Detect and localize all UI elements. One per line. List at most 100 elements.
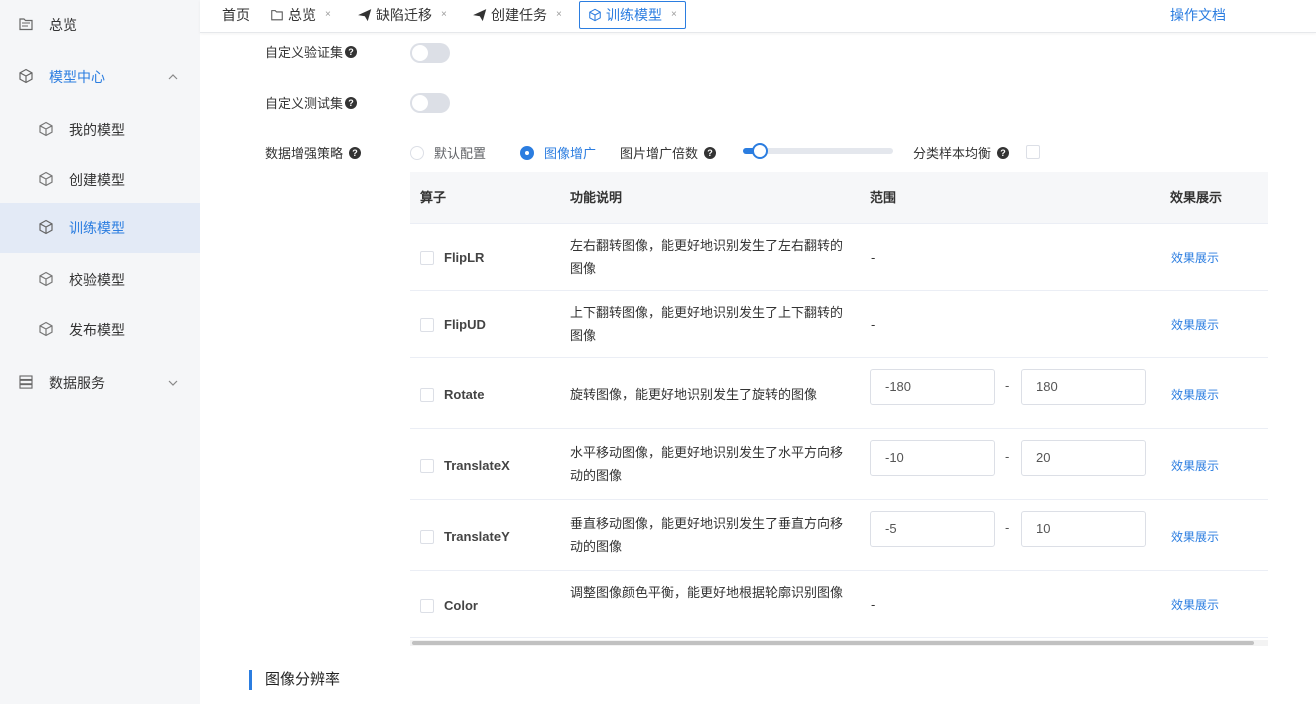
label-text: 自定义验证集 (265, 45, 344, 60)
effect-link[interactable]: 效果展示 (1171, 386, 1219, 403)
tab-create-task[interactable]: 创建任务 × (473, 0, 562, 30)
help-icon[interactable]: ? (704, 146, 717, 159)
radio-dot (410, 145, 424, 160)
range-min-input[interactable]: -5 (870, 511, 995, 547)
label-text: 数据增强策略 (265, 146, 344, 161)
augment-strategy-label: 数据增强策略? (265, 143, 362, 162)
sidebar-item-label: 训练模型 (69, 220, 125, 236)
custom-val-switch[interactable] (410, 43, 450, 63)
cube-icon (39, 121, 53, 137)
effect-link[interactable]: 效果展示 (1171, 528, 1219, 545)
effect-link[interactable]: 效果展示 (1171, 316, 1219, 333)
help-icon[interactable]: ? (345, 45, 358, 58)
class-balance-checkbox[interactable] (1026, 145, 1040, 159)
help-icon[interactable]: ? (349, 146, 362, 159)
sidebar-item-train-model[interactable]: 训练模型 (0, 203, 200, 253)
tab-label: 训练模型 (606, 7, 662, 23)
cube-icon (39, 219, 53, 235)
row-checkbox[interactable] (420, 459, 434, 473)
cube-icon (39, 321, 53, 337)
table-header: 算子 功能说明 范围 效果展示 (410, 172, 1268, 224)
table-row: TranslateX 水平移动图像，能更好地识别发生了水平方向移动的图像 -10… (410, 429, 1268, 500)
sidebar: 总览 模型中心 我的模型 创建模型 训练模型 校验模型 发布模型 数据服务 (0, 0, 200, 704)
cube-icon (19, 68, 33, 84)
row-checkbox[interactable] (420, 599, 434, 613)
operator-name: Color (444, 598, 478, 613)
section-title-image-resolution: 图像分辨率 (249, 670, 340, 690)
tab-home[interactable]: 首页 (222, 0, 250, 30)
folder-icon (271, 10, 283, 21)
range-max-input[interactable]: 10 (1021, 511, 1146, 547)
th-effect: 效果展示 (1170, 190, 1223, 205)
chevron-up-icon (168, 74, 178, 80)
sidebar-item-label: 总览 (49, 17, 77, 33)
operator-name: FlipUD (444, 317, 486, 332)
close-icon[interactable]: × (325, 0, 331, 30)
row-checkbox[interactable] (420, 388, 434, 402)
table-row: Color 调整图像颜色平衡，能更好地根据轮廓识别图像 - 效果展示 (410, 571, 1268, 638)
radio-default-config[interactable]: 默认配置 (410, 143, 486, 162)
table-row: FlipLR 左右翻转图像，能更好地识别发生了左右翻转的图像 - 效果展示 (410, 224, 1268, 291)
radio-image-augment[interactable]: 图像增广 (520, 143, 596, 162)
sidebar-group-data-service[interactable]: 数据服务 (0, 358, 200, 408)
label-text: 图片增广倍数 (620, 146, 699, 161)
row-checkbox[interactable] (420, 530, 434, 544)
th-description: 功能说明 (570, 190, 623, 205)
th-operator: 算子 (420, 190, 447, 205)
tab-label: 首页 (222, 7, 250, 23)
label-text: 自定义测试集 (265, 96, 344, 111)
sidebar-item-label: 数据服务 (49, 375, 105, 391)
effect-link[interactable]: 效果展示 (1171, 596, 1219, 613)
operator-name: Rotate (444, 387, 485, 402)
class-balance-label: 分类样本均衡? (913, 143, 1010, 162)
scrollbar-thumb[interactable] (412, 641, 1254, 645)
close-icon[interactable]: × (671, 2, 677, 28)
tab-overview[interactable]: 总览 × (270, 0, 331, 30)
table-horizontal-scrollbar[interactable] (410, 640, 1268, 646)
row-checkbox[interactable] (420, 318, 434, 332)
close-icon[interactable]: × (556, 0, 562, 30)
tab-defect-migration[interactable]: 缺陷迁移 × (358, 0, 447, 30)
range-min-input[interactable]: -10 (870, 440, 995, 476)
send-icon (358, 9, 372, 22)
sidebar-item-label: 发布模型 (69, 322, 125, 338)
sidebar-item-publish-model[interactable]: 发布模型 (0, 305, 200, 355)
effect-link[interactable]: 效果展示 (1171, 249, 1219, 266)
effect-link[interactable]: 效果展示 (1171, 457, 1219, 474)
range-separator: - (1005, 520, 1010, 535)
augment-factor-label: 图片增广倍数? (620, 143, 717, 162)
sidebar-item-label: 我的模型 (69, 122, 125, 138)
tab-label: 总览 (288, 7, 316, 23)
server-icon (19, 375, 33, 389)
docs-link[interactable]: 操作文档 (1170, 0, 1226, 30)
sidebar-item-create-model[interactable]: 创建模型 (0, 155, 200, 205)
close-icon[interactable]: × (441, 0, 447, 30)
slider-thumb[interactable] (752, 143, 768, 159)
operator-name: TranslateY (444, 529, 510, 544)
operator-name: FlipLR (444, 250, 485, 265)
cube-icon (39, 271, 53, 287)
row-checkbox[interactable] (420, 251, 434, 265)
sidebar-item-my-models[interactable]: 我的模型 (0, 105, 200, 155)
range-empty: - (871, 250, 876, 265)
custom-test-label: 自定义测试集? (265, 93, 358, 112)
range-max-input[interactable]: 20 (1021, 440, 1146, 476)
range-max-input[interactable]: 180 (1021, 369, 1146, 405)
table-row: FlipUD 上下翻转图像，能更好地识别发生了上下翻转的图像 - 效果展示 (410, 291, 1268, 358)
operator-name: TranslateX (444, 458, 510, 473)
operator-description: 旋转图像，能更好地识别发生了旋转的图像 (570, 387, 818, 402)
sidebar-item-label: 模型中心 (49, 69, 105, 85)
sidebar-group-model-center[interactable]: 模型中心 (0, 52, 200, 102)
tab-train-model[interactable]: 训练模型 × (579, 1, 686, 29)
custom-test-switch[interactable] (410, 93, 450, 113)
chevron-down-icon (168, 380, 178, 386)
range-min-input[interactable]: -180 (870, 369, 995, 405)
sidebar-item-validate-model[interactable]: 校验模型 (0, 255, 200, 305)
sidebar-item-overview[interactable]: 总览 (0, 0, 200, 50)
help-icon[interactable]: ? (345, 96, 358, 109)
help-icon[interactable]: ? (997, 146, 1010, 159)
table-row: Rotate 旋转图像，能更好地识别发生了旋转的图像 -180 - 180 效果… (410, 358, 1268, 429)
operator-description: 水平移动图像，能更好地识别发生了水平方向移动的图像 (570, 445, 844, 483)
operator-description: 上下翻转图像，能更好地识别发生了上下翻转的图像 (570, 305, 844, 343)
range-empty: - (871, 317, 876, 332)
